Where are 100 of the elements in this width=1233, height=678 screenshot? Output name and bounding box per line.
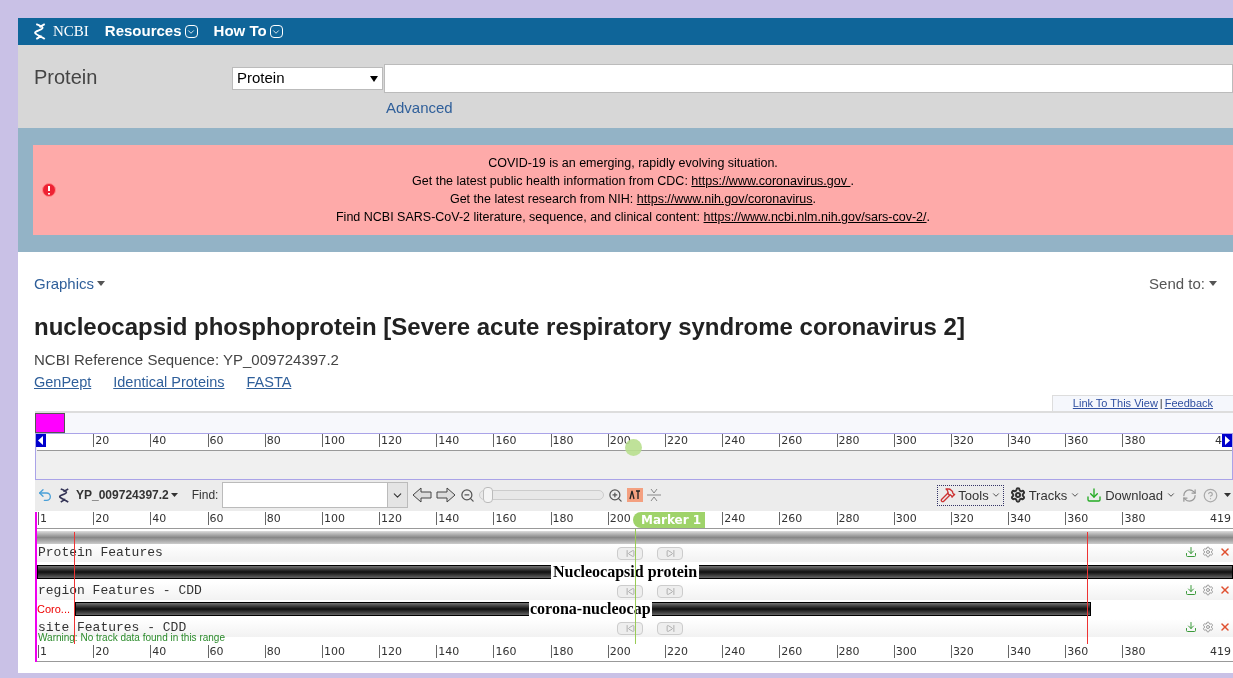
menu-button[interactable]: Resources	[104, 20, 198, 43]
tools-menu[interactable]: Tools	[937, 484, 1004, 506]
tick-label: 220	[664, 433, 688, 447]
alert-text: Find NCBI SARS-CoV-2 literature, sequence, and clinical content:	[336, 209, 702, 226]
settings-icon[interactable]	[1202, 545, 1214, 558]
hammer-icon	[940, 487, 957, 504]
settings-icon[interactable]	[1202, 620, 1214, 633]
previous-button[interactable]	[617, 546, 643, 560]
zoom-slider[interactable]	[479, 490, 605, 501]
caret-icon	[97, 281, 106, 286]
find-field[interactable]	[222, 482, 409, 509]
tick-label: 280	[836, 511, 860, 525]
download-icon[interactable]	[1185, 583, 1197, 596]
skip-back-icon	[625, 623, 635, 633]
tick-label: 360	[1065, 644, 1089, 658]
alert-link[interactable]: https://www.ncbi.nlm.nih.gov/sars-cov-2/	[703, 208, 927, 226]
previous-button[interactable]	[617, 621, 643, 635]
dna-icon	[57, 487, 72, 503]
undo-icon[interactable]	[37, 487, 53, 504]
tick-label: 320	[950, 433, 974, 447]
tick-label: 320	[950, 511, 974, 525]
link[interactable]: Feedback	[1164, 395, 1213, 412]
close-icon[interactable]	[1219, 583, 1231, 596]
caret-icon	[170, 493, 178, 498]
tick-label: 180	[550, 644, 574, 658]
alert-icon	[42, 183, 56, 197]
tracks-menu[interactable]: Tracks	[1009, 485, 1081, 505]
next-button[interactable]	[657, 546, 683, 560]
tick-label: 380	[1122, 644, 1146, 658]
forward-arrow-icon[interactable]	[436, 487, 457, 504]
previous-button[interactable]	[617, 584, 643, 598]
tick-label: 280	[836, 433, 860, 447]
tick-label: 419	[1210, 511, 1231, 525]
graphics-menu[interactable]: Graphics	[34, 273, 106, 293]
accession-menu[interactable]: YP_009724397.2	[76, 486, 178, 505]
tick-label: 320	[950, 644, 974, 658]
tick-label: 100	[321, 511, 345, 525]
tick-label: 260	[779, 644, 803, 658]
download-menu[interactable]: Download	[1086, 485, 1176, 505]
close-icon[interactable]	[1219, 545, 1231, 558]
dropdown-icon	[370, 75, 378, 82]
download-icon[interactable]	[1185, 620, 1197, 633]
skip-back-icon	[625, 586, 635, 596]
alert-text: COVID-19 is an emerging, rapidly evolving situation.	[488, 155, 778, 172]
menu-button[interactable]: How To	[213, 20, 283, 43]
send-to-menu[interactable]: Send to:	[1149, 273, 1217, 293]
skip-forward-icon	[665, 586, 675, 596]
tick-label: 380	[1122, 511, 1146, 525]
advanced-link[interactable]: Advanced	[386, 97, 453, 120]
separator-text: |	[1159, 396, 1163, 411]
next-button[interactable]	[657, 621, 683, 635]
sequence-icon[interactable]	[627, 488, 644, 503]
track-title: site Features - CDD	[37, 621, 187, 634]
search-field[interactable]	[384, 64, 1233, 93]
alert-text: Get the latest public health information from CDC:	[412, 173, 689, 190]
next-button[interactable]	[657, 584, 683, 598]
settings-icon[interactable]	[1202, 583, 1214, 596]
scroll-left-icon[interactable]	[36, 433, 46, 447]
tick-label: 20	[93, 644, 110, 658]
tick-label: 160	[493, 433, 517, 447]
tick-label: 300	[893, 511, 917, 525]
page-title: nucleocapsid phosphoprotein [Severe acute respiratory syndrome coronavirus 2]	[33, 312, 966, 342]
download-icon[interactable]	[1185, 545, 1197, 558]
nav-link[interactable]: Identical Proteins	[113, 372, 225, 394]
nav-link[interactable]: GenPept	[34, 372, 92, 394]
zoom-out-icon[interactable]	[460, 487, 476, 503]
position-indicator	[35, 412, 65, 433]
collapse-icon[interactable]	[647, 488, 662, 503]
zoom-in-icon[interactable]	[608, 487, 624, 503]
tick-label: 120	[379, 644, 403, 658]
tick-label: 60	[207, 433, 224, 447]
alert-text: .	[850, 173, 854, 190]
alert-link[interactable]: https://www.nih.gov/coronavirus	[636, 190, 813, 208]
back-arrow-icon[interactable]	[412, 487, 433, 504]
tick-label: 340	[1008, 511, 1032, 525]
refresh-icon[interactable]	[1182, 487, 1197, 503]
tick-label: 60	[207, 511, 224, 525]
tick-label: 300	[893, 433, 917, 447]
tick-label: 180	[550, 511, 574, 525]
help-icon[interactable]	[1203, 487, 1218, 503]
tick-label: 340	[1008, 433, 1032, 447]
scroll-right-icon[interactable]	[1222, 433, 1232, 447]
tick-label: 40	[150, 644, 167, 658]
nav-link[interactable]: FASTA	[246, 372, 292, 394]
download-icon	[1086, 487, 1103, 504]
caret-icon[interactable]	[1224, 493, 1231, 498]
database-select[interactable]: Protein	[232, 67, 383, 90]
tick-label: 20	[93, 511, 110, 525]
find-label: Find:	[191, 487, 219, 505]
tick-label: 300	[893, 644, 917, 658]
tick-label: 200	[607, 644, 631, 658]
tick-label: 80	[264, 433, 281, 447]
close-icon[interactable]	[1219, 620, 1231, 633]
tick-label: 419	[1210, 644, 1231, 658]
alert-link[interactable]: https://www.coronavirus.gov	[691, 172, 851, 190]
link[interactable]: Link To This View	[1072, 395, 1158, 412]
tick-label: 100	[321, 644, 345, 658]
tick-label: 1	[38, 644, 47, 658]
tick-label: 240	[722, 433, 746, 447]
chevron-icon	[184, 25, 198, 38]
